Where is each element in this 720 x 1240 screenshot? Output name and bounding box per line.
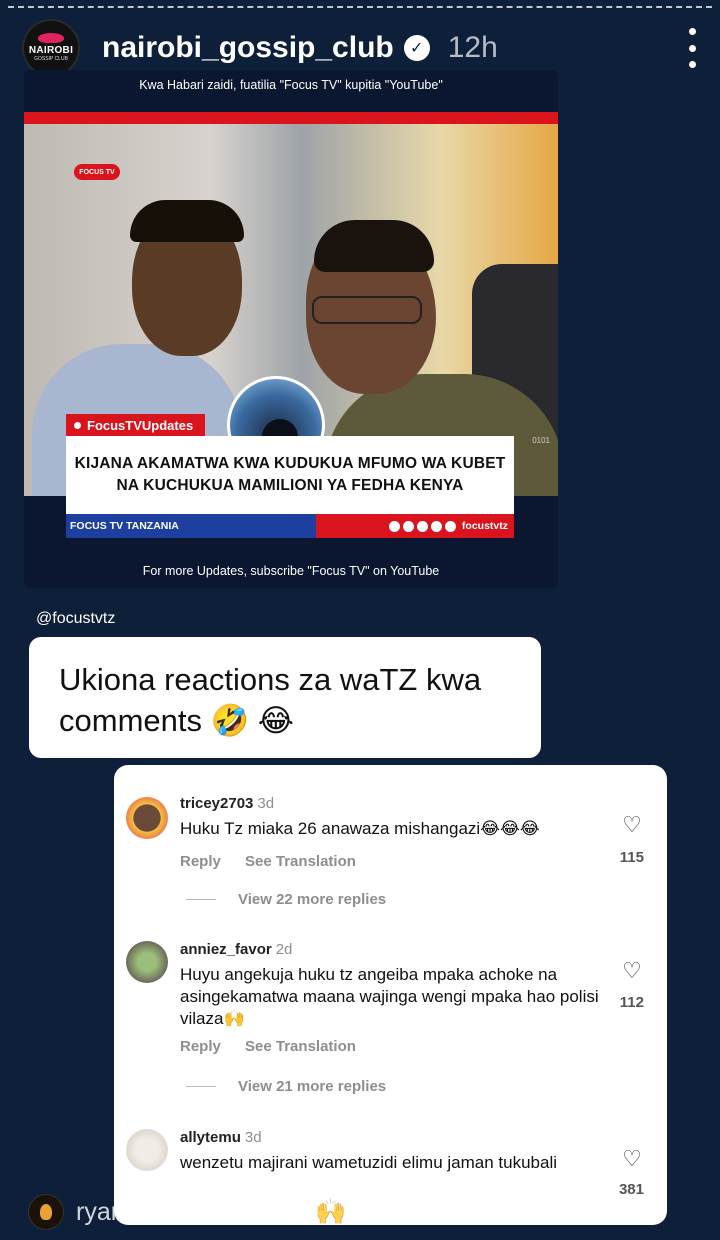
focus-tv-logo: FOCUS TV xyxy=(74,164,120,180)
commenter-avatar[interactable] xyxy=(126,941,168,983)
facebook-icon xyxy=(388,520,400,532)
comment-actions: Reply See Translation xyxy=(180,1038,376,1055)
avatar-logo-line1: NAIROBI xyxy=(28,45,74,56)
glasses xyxy=(312,296,422,324)
reply-button[interactable]: Reply xyxy=(180,1038,221,1055)
tiktok-icon xyxy=(430,520,442,532)
comment-text: Huku Tz miaka 26 anawaza mishangazi😂😂😂 xyxy=(180,819,540,838)
youtube-icon xyxy=(402,520,414,532)
media-red-banner xyxy=(24,112,558,124)
comment-actions: Reply See Translation xyxy=(180,853,376,870)
tag-label: FocusTVUpdates xyxy=(87,417,194,433)
see-translation-button[interactable]: See Translation xyxy=(245,1038,356,1055)
view-replies-button[interactable]: View 21 more replies xyxy=(186,1078,386,1095)
mention-sticker[interactable]: @focustvtz xyxy=(36,610,115,628)
like-count: 112 xyxy=(619,994,644,1011)
commenter-avatar[interactable] xyxy=(126,1129,168,1171)
story-header: NAIROBI GOSSIP CLUB nairobi_gossip_club … xyxy=(22,18,698,78)
media-top-caption: Kwa Habari zaidi, fuatilia "Focus TV" ku… xyxy=(139,78,443,92)
view-replies-label: View 21 more replies xyxy=(238,1078,387,1095)
avatar-logo-line2: GOSSIP CLUB xyxy=(34,56,68,62)
story-progress-bar xyxy=(8,6,712,9)
divider-line xyxy=(186,1086,216,1087)
headline-text: KIJANA AKAMATWA KWA KUDUKUA MFUMO WA KUB… xyxy=(74,455,506,494)
person-left-hair xyxy=(130,200,244,242)
commenter-avatar[interactable] xyxy=(126,797,168,839)
shared-post-media[interactable]: Kwa Habari zaidi, fuatilia "Focus TV" ku… xyxy=(24,70,558,588)
comment-username[interactable]: anniez_favor 2d xyxy=(180,941,292,958)
binary-code-label: 0101 xyxy=(532,436,550,445)
more-options-icon[interactable] xyxy=(686,28,698,68)
news-headline: KIJANA AKAMATWA KWA KUDUKUA MFUMO WA KUB… xyxy=(66,436,514,514)
viewer-avatar[interactable] xyxy=(28,1194,64,1230)
social-handle: focustvtz xyxy=(461,520,508,532)
focustv-updates-tag: FocusTVUpdates xyxy=(66,414,206,436)
comments-screenshot: tricey2703 3d Huku Tz miaka 26 anawaza mi… xyxy=(114,765,667,1225)
divider-line xyxy=(186,899,216,900)
story-timestamp: 12h xyxy=(447,31,498,64)
like-count: 381 xyxy=(618,1181,644,1198)
comment-text: Huyu angekuja huku tz angeiba mpaka acho… xyxy=(180,965,599,1028)
comment-username[interactable]: tricey2703 3d xyxy=(180,795,274,812)
media-bottom-caption: For more Updates, subscribe "Focus TV" o… xyxy=(142,564,440,578)
reply-button[interactable]: Reply xyxy=(180,853,221,870)
social-handle-bar: focustvtz xyxy=(316,514,514,538)
person-right-hair xyxy=(314,220,434,272)
reply-text: ryanna_marlene😂😂🙌waah xyxy=(76,1198,406,1226)
see-translation-button[interactable]: See Translation xyxy=(245,853,356,870)
comment-username[interactable]: allytemu 3d xyxy=(180,1129,262,1146)
social-media-icons xyxy=(386,520,456,532)
story-caption: Ukiona reactions za waTZ kwa comments 🤣 … xyxy=(29,637,541,758)
view-replies-button[interactable]: View 22 more replies xyxy=(186,891,386,908)
comment-text: wenzetu majirani wametuzidi elimu jaman … xyxy=(180,1153,558,1172)
avatar-figure-icon xyxy=(40,1204,52,1220)
profile-avatar[interactable]: NAIROBI GOSSIP CLUB xyxy=(22,19,80,77)
like-heart-icon[interactable]: ♡ xyxy=(621,960,643,982)
verified-badge-icon: ✓ xyxy=(403,35,430,61)
x-icon xyxy=(416,520,428,532)
media-bottom-bar: FOCUS TV TANZANIA focustvtz xyxy=(66,514,514,538)
like-heart-icon[interactable]: ♡ xyxy=(621,1148,643,1170)
like-count: 115 xyxy=(619,849,644,866)
like-heart-icon[interactable]: ♡ xyxy=(621,814,643,836)
story-reply-footer: ryanna_marlene😂😂🙌waah xyxy=(28,1192,406,1232)
channel-name: FOCUS TV TANZANIA xyxy=(66,514,316,538)
bullet-icon xyxy=(74,421,81,429)
instagram-icon xyxy=(444,520,456,532)
lips-logo-icon xyxy=(38,33,64,43)
story-username[interactable]: nairobi_gossip_club xyxy=(102,31,394,65)
view-replies-label: View 22 more replies xyxy=(238,891,387,908)
